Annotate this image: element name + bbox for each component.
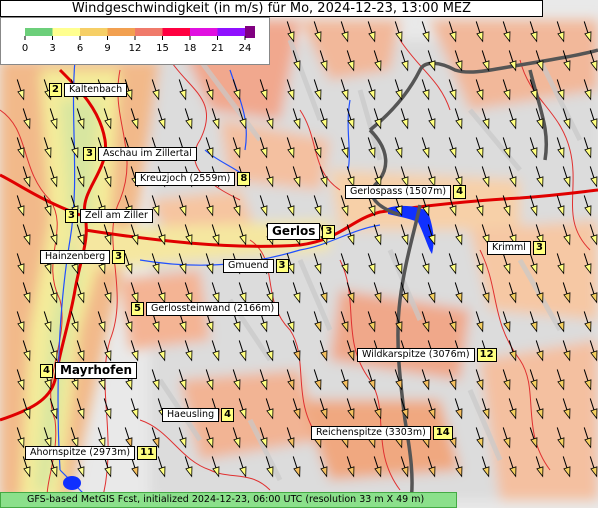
- legend-swatch: [107, 28, 135, 36]
- place-label: 2 Kaltenbach: [49, 83, 128, 97]
- place-name: Gerlospass (1507m): [345, 185, 452, 199]
- place-name: Ahornspitze (2973m): [25, 446, 136, 460]
- wind-value-badge: 3: [83, 147, 96, 161]
- place-label: Wildkarspitze (3076m) 12: [357, 348, 497, 362]
- wind-value-badge: 3: [322, 224, 336, 239]
- place-name: Kaltenbach: [63, 83, 128, 97]
- wind-value-badge: 3: [275, 259, 289, 273]
- footer-note: GFS-based MetGIS Fcst, initialized 2024-…: [0, 492, 457, 508]
- legend-tick-label: 12: [129, 43, 142, 54]
- legend-tick-label: 9: [104, 43, 110, 54]
- place-name: Gmuend: [223, 259, 274, 273]
- place-name: Haeusling: [162, 408, 220, 422]
- wind-value-badge: 12: [476, 348, 497, 362]
- place-label: Haeusling 4: [162, 408, 235, 422]
- legend-tick-label: 6: [77, 43, 83, 54]
- place-label: 3 Aschau im Zillertal: [83, 147, 197, 161]
- legend-swatch: [135, 28, 163, 36]
- place-label: Gmuend 3: [223, 259, 289, 273]
- place-label: 4 Mayrhofen: [40, 362, 138, 379]
- wind-value-badge: 4: [453, 185, 467, 199]
- place-name: Hainzenberg: [40, 250, 111, 264]
- legend-swatch: [25, 28, 53, 36]
- place-label: Gerlos 3: [267, 223, 336, 240]
- place-name: Reichenspitze (3303m): [311, 426, 431, 440]
- wind-value-badge: 5: [131, 302, 144, 316]
- place-label: 3 Zell am Ziller: [65, 209, 153, 223]
- color-legend: 0 3 6 9 12 15 18 21 24: [0, 17, 270, 65]
- legend-scale: 0 3 6 9 12 15 18 21 24: [22, 26, 255, 54]
- place-label: Kreuzjoch (2559m) 8: [135, 172, 251, 186]
- place-label: 5 Gerlossteinwand (2166m): [131, 302, 280, 316]
- legend-tick-label: 0: [22, 43, 28, 54]
- legend-tick-label: 21: [211, 43, 224, 54]
- legend-swatch: [162, 28, 190, 36]
- place-name: Wildkarspitze (3076m): [357, 348, 475, 362]
- wind-value-badge: 14: [432, 426, 453, 440]
- place-name: Kreuzjoch (2559m): [135, 172, 236, 186]
- wind-value-badge: 4: [40, 363, 53, 378]
- place-name: Gerlossteinwand (2166m): [145, 302, 280, 316]
- legend-tick-label: 15: [156, 43, 169, 54]
- place-name: Aschau im Zillertal: [97, 147, 197, 161]
- legend-swatch-max: [245, 26, 255, 38]
- legend-swatch: [80, 28, 108, 36]
- lake: [63, 476, 81, 490]
- wind-value-badge: 8: [237, 172, 251, 186]
- wind-value-badge: 3: [532, 241, 546, 255]
- legend-swatch: [190, 28, 218, 36]
- wind-value-badge: 2: [49, 83, 62, 97]
- wind-value-badge: 3: [112, 250, 126, 264]
- place-label: Reichenspitze (3303m) 14: [311, 426, 453, 440]
- legend-swatch: [217, 28, 245, 36]
- map-title: Windgeschwindigkeit (in m/s) für Mo, 202…: [0, 0, 543, 17]
- legend-tick-label: 3: [49, 43, 55, 54]
- legend-tick-label: 24: [239, 43, 252, 54]
- place-label: Hainzenberg 3: [40, 250, 126, 264]
- place-label: Gerlospass (1507m) 4: [345, 185, 467, 199]
- place-name: Mayrhofen: [54, 362, 138, 379]
- legend-swatch: [52, 28, 80, 36]
- wind-value-badge: 11: [137, 446, 158, 460]
- place-label: Krimml 3: [487, 241, 546, 255]
- place-name: Gerlos: [267, 223, 321, 240]
- place-name: Krimml: [487, 241, 531, 255]
- wind-value-badge: 4: [221, 408, 235, 422]
- place-label: Ahornspitze (2973m) 11: [25, 446, 158, 460]
- wind-value-badge: 3: [65, 209, 78, 223]
- place-name: Zell am Ziller: [79, 209, 153, 223]
- legend-tick-label: 18: [184, 43, 197, 54]
